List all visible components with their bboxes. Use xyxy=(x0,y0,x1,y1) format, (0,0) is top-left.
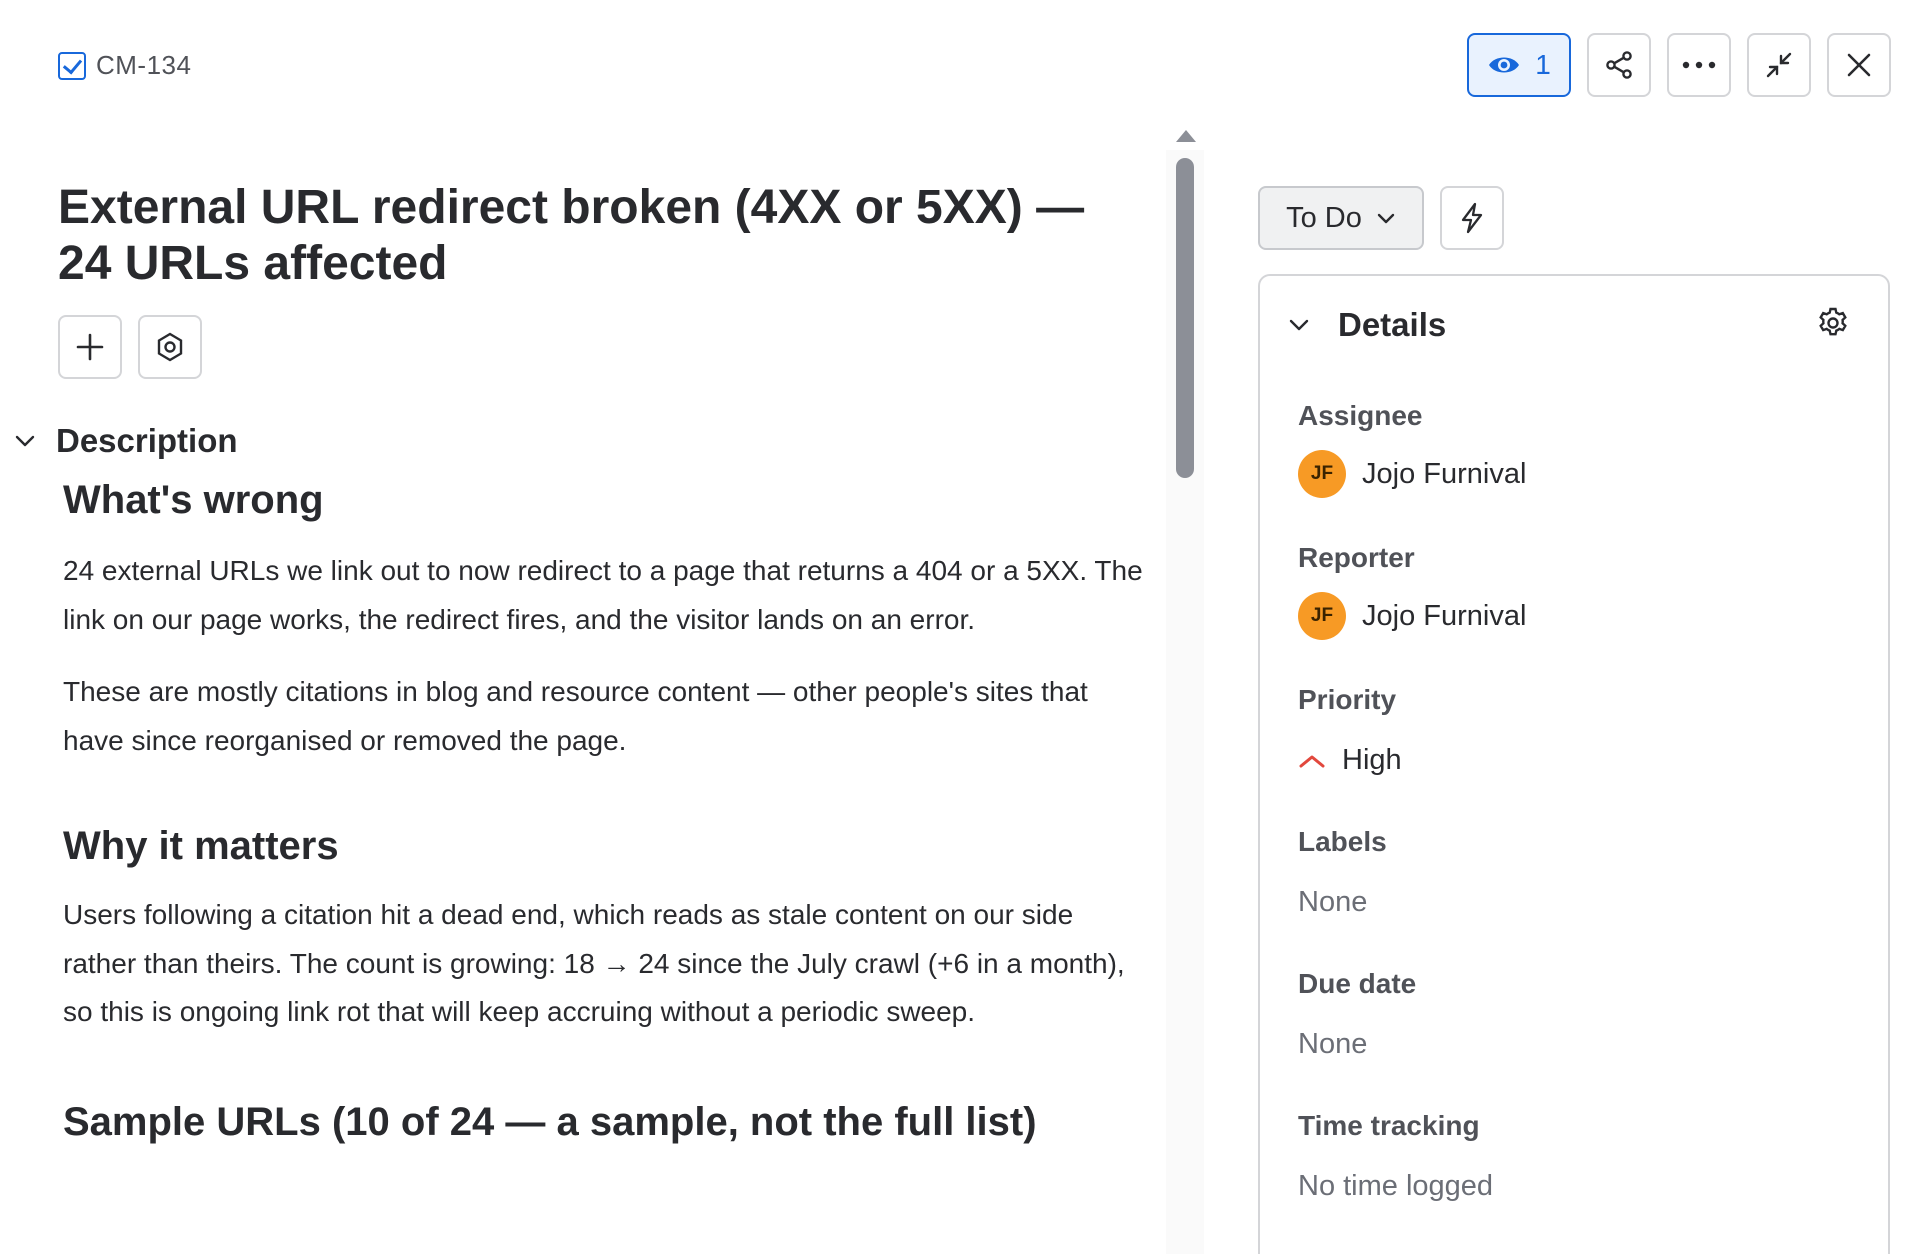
field-labels: Labels None xyxy=(1298,826,1387,919)
chevron-down-icon xyxy=(1289,319,1309,331)
plus-icon xyxy=(76,333,104,361)
apps-button[interactable] xyxy=(138,315,202,379)
priority-high-icon xyxy=(1299,755,1325,767)
scroll-up-arrow-icon[interactable] xyxy=(1176,130,1196,142)
status-label: To Do xyxy=(1286,201,1362,234)
paragraph-citations: These are mostly citations in blog and r… xyxy=(63,676,1088,756)
reporter-value[interactable]: JF Jojo Furnival xyxy=(1298,592,1526,640)
hexagon-settings-icon xyxy=(157,332,183,362)
description-toggle[interactable]: Description xyxy=(14,422,238,460)
priority-text: High xyxy=(1342,744,1402,776)
labels-value[interactable]: None xyxy=(1298,886,1387,919)
avatar: JF xyxy=(1298,450,1346,498)
status-dropdown[interactable]: To Do xyxy=(1258,186,1424,250)
scrollbar-thumb[interactable] xyxy=(1176,158,1194,478)
details-toggle[interactable]: Details xyxy=(1288,306,1446,344)
details-label: Details xyxy=(1338,306,1447,343)
task-checkbox-icon xyxy=(58,51,86,80)
lightning-icon xyxy=(1461,202,1483,234)
chevron-down-icon xyxy=(1377,213,1395,224)
heading-why-it-matters: Why it matters xyxy=(63,824,339,868)
paragraph-whats-wrong: 24 external URLs we link out to now redi… xyxy=(63,555,1143,635)
add-button[interactable] xyxy=(58,315,122,379)
issue-quick-actions xyxy=(58,315,202,379)
labels-label: Labels xyxy=(1298,826,1387,857)
issue-key-label: CM-134 xyxy=(96,50,192,80)
heading-whats-wrong: What's wrong xyxy=(63,478,324,522)
watch-count: 1 xyxy=(1535,49,1551,80)
more-horizontal-icon xyxy=(1682,61,1716,69)
description-label: Description xyxy=(56,422,238,459)
share-button[interactable] xyxy=(1587,33,1651,97)
eye-icon xyxy=(1489,57,1520,73)
paragraph-why-it-matters: Users following a citation hit a dead en… xyxy=(63,899,1125,1027)
priority-value[interactable]: High xyxy=(1298,744,1402,777)
field-priority: Priority High xyxy=(1298,684,1402,777)
issue-main-column: External URL redirect broken (4XX or 5XX… xyxy=(0,110,1160,1254)
heading-sample-urls: Sample URLs (10 of 24 — a sample, not th… xyxy=(63,1099,1037,1144)
minimize-button[interactable] xyxy=(1747,33,1811,97)
issue-key[interactable]: CM-134 xyxy=(58,50,191,81)
priority-label: Priority xyxy=(1298,684,1397,715)
time-tracking-label: Time tracking xyxy=(1298,1110,1480,1141)
close-icon xyxy=(1847,53,1871,77)
details-panel: Details Assignee JF Jojo Furnival Report… xyxy=(1258,274,1890,1254)
more-actions-button[interactable] xyxy=(1667,33,1731,97)
due-date-label: Due date xyxy=(1298,968,1417,999)
time-tracking-value[interactable]: No time logged xyxy=(1298,1170,1493,1203)
reporter-label: Reporter xyxy=(1298,542,1415,573)
field-assignee: Assignee JF Jojo Furnival xyxy=(1298,400,1526,498)
field-time-tracking: Time tracking No time logged xyxy=(1298,1110,1493,1203)
reporter-name: Jojo Furnival xyxy=(1362,599,1527,632)
field-due-date: Due date None xyxy=(1298,968,1416,1061)
chevron-down-icon xyxy=(15,435,35,447)
close-button[interactable] xyxy=(1827,33,1891,97)
share-icon xyxy=(1606,51,1632,79)
description-body[interactable]: What's wrong 24 external URLs we link ou… xyxy=(63,475,1143,1147)
minimize-icon xyxy=(1766,52,1792,78)
assignee-name: Jojo Furnival xyxy=(1362,457,1527,490)
assignee-value[interactable]: JF Jojo Furnival xyxy=(1298,450,1526,498)
top-actions: 1 xyxy=(1467,33,1891,97)
gear-icon xyxy=(1819,307,1847,336)
due-date-value[interactable]: None xyxy=(1298,1028,1416,1061)
watch-button[interactable]: 1 xyxy=(1467,33,1571,97)
field-reporter: Reporter JF Jojo Furnival xyxy=(1298,542,1526,640)
avatar: JF xyxy=(1298,592,1346,640)
issue-title[interactable]: External URL redirect broken (4XX or 5XX… xyxy=(58,180,1108,292)
assignee-label: Assignee xyxy=(1298,400,1423,431)
details-settings-button[interactable] xyxy=(1816,306,1850,345)
automation-button[interactable] xyxy=(1440,186,1504,250)
